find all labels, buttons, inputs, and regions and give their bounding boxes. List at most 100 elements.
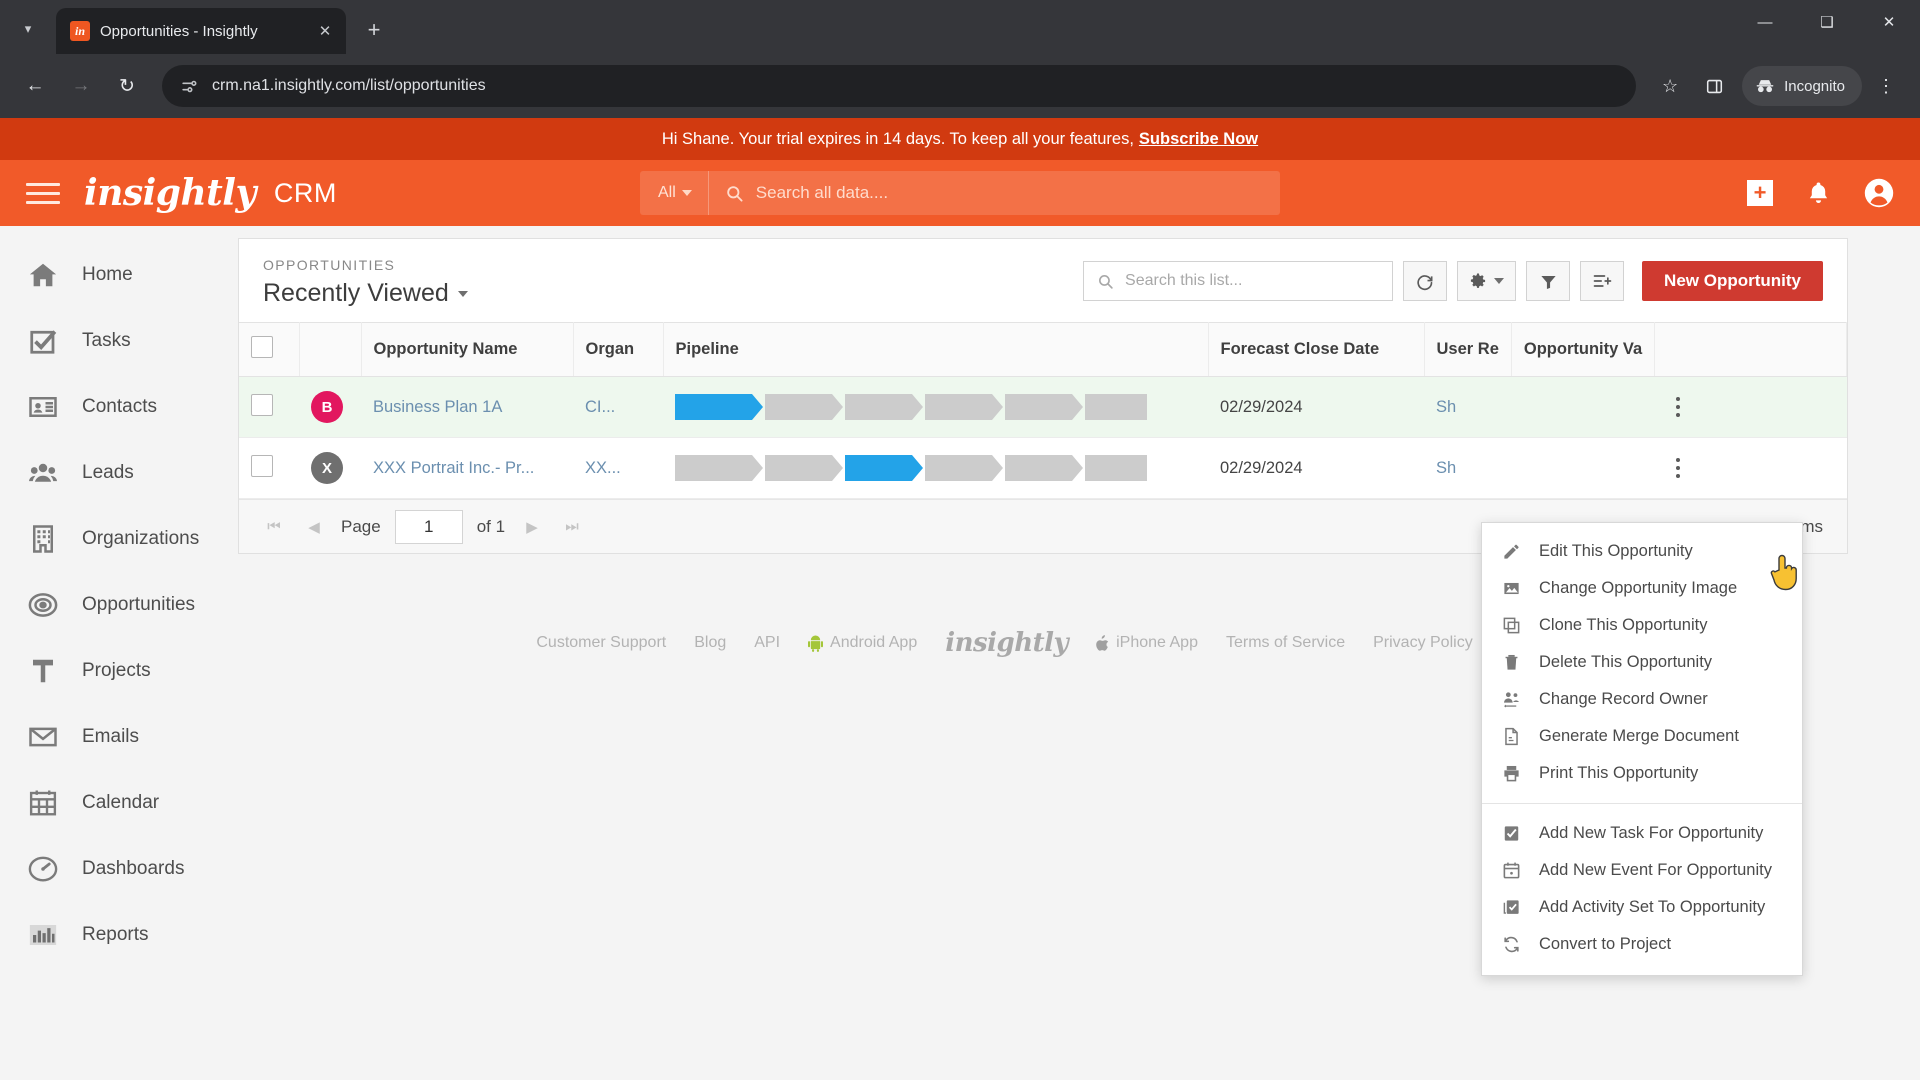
sidebar-item-calendar[interactable]: Calendar	[0, 770, 238, 836]
menu-item-clone-this-opportunity[interactable]: Clone This Opportunity	[1482, 607, 1802, 644]
row-kebab-menu-icon[interactable]	[1667, 458, 1689, 478]
menu-item-print-this-opportunity[interactable]: Print This Opportunity	[1482, 755, 1802, 792]
sidebar-label: Home	[82, 264, 133, 285]
footer-link-customer-support[interactable]: Customer Support	[536, 634, 666, 652]
menu-item-convert-to-project[interactable]: Convert to Project	[1482, 926, 1802, 963]
sidebar-label: Dashboards	[82, 858, 185, 879]
menu-item-add-new-task-for-opportunity[interactable]: Add New Task For Opportunity	[1482, 815, 1802, 852]
footer-link-terms-of-service[interactable]: Terms of Service	[1226, 634, 1345, 652]
col-forecast-close-date[interactable]: Forecast Close Date	[1208, 322, 1425, 377]
menu-item-generate-merge-document[interactable]: Generate Merge Document	[1482, 718, 1802, 755]
refresh-button[interactable]	[1403, 261, 1448, 301]
side-panel-icon[interactable]	[1694, 66, 1734, 106]
minimize-button[interactable]: —	[1734, 0, 1796, 44]
col-pipeline[interactable]: Pipeline	[663, 322, 1209, 377]
close-tab-icon[interactable]: ✕	[314, 20, 336, 42]
sidebar-label: Leads	[82, 462, 134, 483]
list-view-selector[interactable]: Recently Viewed	[263, 279, 468, 308]
opportunity-name-link[interactable]: XXX Portrait Inc.- Pr...	[373, 459, 534, 477]
site-settings-icon[interactable]	[178, 75, 200, 97]
opportunities-table: Opportunity Name Organ Pipeline Forecast…	[239, 322, 1847, 499]
search-input-wrap[interactable]: Search all data....	[709, 183, 1280, 203]
home-icon	[26, 258, 60, 292]
notifications-bell-icon[interactable]	[1807, 181, 1830, 206]
address-bar[interactable]: crm.na1.insightly.com/list/opportunities	[162, 65, 1637, 107]
new-opportunity-button[interactable]: New Opportunity	[1642, 261, 1823, 301]
subscribe-now-link[interactable]: Subscribe Now	[1139, 130, 1258, 149]
add-new-icon[interactable]: +	[1747, 180, 1773, 206]
row-actions-cell	[1654, 437, 1847, 499]
list-search-input[interactable]: Search this list...	[1125, 272, 1242, 290]
star-icon[interactable]: ☆	[1650, 66, 1690, 106]
pipeline-stage-6	[1085, 455, 1147, 481]
menu-item-label: Generate Merge Document	[1539, 727, 1739, 745]
global-search[interactable]: All Search all data....	[640, 171, 1280, 215]
row-checkbox[interactable]	[251, 393, 273, 416]
menu-item-add-activity-set-to-opportunity[interactable]: Add Activity Set To Opportunity	[1482, 889, 1802, 926]
sidebar-item-organizations[interactable]: Organizations	[0, 506, 238, 572]
menu-item-edit-this-opportunity[interactable]: Edit This Opportunity	[1482, 533, 1802, 570]
col-opportunity-name[interactable]: Opportunity Name	[361, 322, 574, 377]
new-tab-button[interactable]: +	[356, 12, 392, 48]
sidebar-item-tasks[interactable]: Tasks	[0, 308, 238, 374]
sidebar-item-leads[interactable]: Leads	[0, 440, 238, 506]
sidebar-item-reports[interactable]: Reports	[0, 902, 238, 968]
prev-page-button: ◀	[308, 518, 320, 536]
maximize-button[interactable]: ❑	[1796, 0, 1858, 44]
col-user-responsible[interactable]: User Re	[1424, 322, 1512, 377]
settings-button[interactable]	[1457, 261, 1517, 301]
user-responsible-link[interactable]: Sh	[1436, 459, 1456, 477]
back-button[interactable]: ←	[14, 65, 56, 107]
sidebar-item-contacts[interactable]: Contacts	[0, 374, 238, 440]
filter-button[interactable]	[1526, 261, 1571, 301]
sidebar-item-opportunities[interactable]: Opportunities	[0, 572, 238, 638]
tab-search-chevron-down-icon[interactable]: ▾	[6, 10, 50, 48]
menu-item-change-opportunity-image[interactable]: Change Opportunity Image	[1482, 570, 1802, 607]
reload-button[interactable]: ↻	[106, 65, 148, 107]
close-window-button[interactable]: ✕	[1858, 0, 1920, 44]
search-icon	[727, 185, 743, 202]
sidebar-item-emails[interactable]: Emails	[0, 704, 238, 770]
col-organization[interactable]: Organ	[573, 322, 664, 377]
sidebar-item-home[interactable]: Home	[0, 242, 238, 308]
incognito-indicator[interactable]: Incognito	[1742, 66, 1862, 106]
page-number-input[interactable]: 1	[394, 509, 463, 544]
organization-link[interactable]: CI...	[585, 398, 615, 416]
opportunity-name-link[interactable]: Business Plan 1A	[373, 398, 502, 416]
menu-item-delete-this-opportunity[interactable]: Delete This Opportunity	[1482, 644, 1802, 681]
footer-link-iphone-app[interactable]: iPhone App	[1096, 634, 1198, 652]
row-kebab-menu-icon[interactable]	[1667, 397, 1689, 417]
hamburger-menu-icon[interactable]	[26, 182, 60, 204]
items-count-label: ms	[1800, 516, 1823, 536]
user-responsible-link[interactable]: Sh	[1436, 398, 1456, 416]
list-search-box[interactable]: Search this list...	[1083, 261, 1394, 301]
select-all-checkbox[interactable]	[251, 336, 273, 358]
organization-link[interactable]: XX...	[585, 459, 621, 477]
browser-tab[interactable]: in Opportunities - Insightly ✕	[56, 8, 346, 54]
search-scope-dropdown[interactable]: All	[640, 171, 709, 215]
sidebar-item-dashboards[interactable]: Dashboards	[0, 836, 238, 902]
col-actions	[1654, 322, 1847, 377]
menu-item-add-new-event-for-opportunity[interactable]: Add New Event For Opportunity	[1482, 852, 1802, 889]
browser-chrome: ▾ in Opportunities - Insightly ✕ + — ❑ ✕…	[0, 0, 1920, 118]
row-forecast-cell: 02/29/2024	[1208, 376, 1424, 438]
row-checkbox[interactable]	[251, 454, 273, 477]
three-dot-menu-icon[interactable]: ⋮	[1866, 66, 1906, 106]
footer-link-blog[interactable]: Blog	[694, 634, 726, 652]
sidebar-item-projects[interactable]: Projects	[0, 638, 238, 704]
insightly-favicon-icon: in	[70, 21, 90, 41]
footer-link-android-app[interactable]: Android App	[808, 634, 917, 652]
browser-actions: ☆ Incognito ⋮	[1650, 66, 1906, 106]
insightly-logo[interactable]: insightly	[84, 172, 256, 214]
global-search-input[interactable]: Search all data....	[756, 183, 888, 203]
tab-strip: ▾ in Opportunities - Insightly ✕ + — ❑ ✕	[0, 0, 1920, 54]
footer-link-api[interactable]: API	[754, 634, 780, 652]
table-row[interactable]: B Business Plan 1A CI... 02/29/2024 Sh	[239, 376, 1847, 438]
user-avatar-icon[interactable]	[1864, 178, 1894, 208]
footer-link-privacy-policy[interactable]: Privacy Policy	[1373, 634, 1473, 652]
table-row[interactable]: X XXX Portrait Inc.- Pr... XX... 02/29/2…	[239, 437, 1847, 499]
menu-item-change-record-owner[interactable]: Change Record Owner	[1482, 681, 1802, 718]
product-name: CRM	[273, 177, 337, 208]
sort-button[interactable]	[1580, 261, 1625, 301]
col-opportunity-value[interactable]: Opportunity Va	[1511, 322, 1656, 377]
